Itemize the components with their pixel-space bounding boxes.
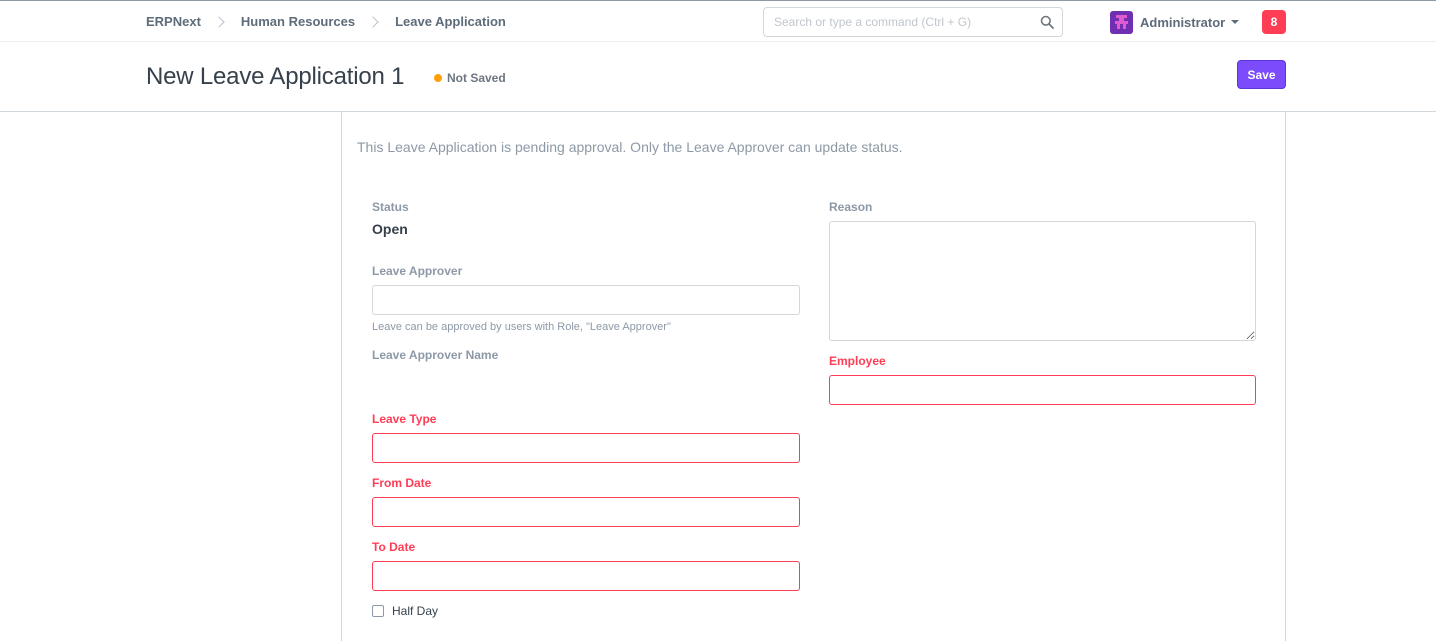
leave-type-input[interactable] — [372, 433, 800, 463]
leave-approver-input[interactable] — [372, 285, 800, 315]
breadcrumb-erpnext[interactable]: ERPNext — [146, 14, 201, 29]
pending-approval-message: This Leave Application is pending approv… — [357, 139, 903, 155]
employee-field: Employee — [829, 354, 1256, 405]
leave-approver-name-label: Leave Approver Name — [372, 348, 499, 362]
from-date-input[interactable] — [372, 497, 800, 527]
reason-field: Reason — [829, 200, 1256, 341]
search-icon[interactable] — [1040, 15, 1054, 29]
leave-approver-field: Leave Approver Leave can be approved by … — [372, 264, 800, 333]
save-button[interactable]: Save — [1237, 60, 1286, 89]
half-day-label: Half Day — [392, 604, 439, 618]
breadcrumb: ERPNext Human Resources Leave Applicatio… — [146, 1, 506, 42]
leave-approver-name-field: Leave Approver Name — [372, 348, 800, 369]
chevron-right-icon — [367, 15, 379, 28]
half-day-checkbox-row[interactable]: Half Day — [372, 604, 800, 618]
status-indicator-text: Not Saved — [447, 71, 506, 85]
reason-textarea[interactable] — [829, 221, 1256, 341]
page-title: New Leave Application 1 — [146, 63, 405, 90]
page-header: New Leave Application 1 Not Saved Save — [0, 42, 1436, 112]
user-menu[interactable]: Administrator — [1110, 10, 1240, 34]
to-date-input[interactable] — [372, 561, 800, 591]
status-dot-icon — [434, 74, 442, 82]
status-indicator: Not Saved — [434, 71, 506, 85]
leave-type-label: Leave Type — [372, 412, 437, 426]
leave-approver-help: Leave can be approved by users with Role… — [372, 321, 671, 333]
employee-input[interactable] — [829, 375, 1256, 405]
avatar-pattern-icon — [1115, 14, 1128, 29]
from-date-label: From Date — [372, 476, 432, 490]
half-day-field: Half Day — [372, 604, 800, 618]
from-date-field: From Date — [372, 476, 800, 527]
status-label: Status — [372, 200, 409, 214]
status-value: Open — [372, 221, 408, 237]
avatar — [1110, 10, 1133, 34]
to-date-label: To Date — [372, 540, 416, 554]
search-box — [763, 7, 1063, 37]
form-panel: This Leave Application is pending approv… — [341, 112, 1286, 641]
employee-label: Employee — [829, 354, 886, 368]
caret-down-icon — [1231, 20, 1240, 24]
leave-approver-label: Leave Approver — [372, 264, 463, 278]
notification-badge[interactable]: 8 — [1262, 10, 1286, 34]
half-day-checkbox[interactable] — [372, 605, 384, 617]
to-date-field: To Date — [372, 540, 800, 591]
reason-label: Reason — [829, 200, 873, 214]
chevron-right-icon — [213, 15, 225, 28]
leave-type-field: Leave Type — [372, 412, 800, 463]
search-input[interactable] — [764, 8, 1024, 36]
user-name: Administrator — [1140, 14, 1226, 30]
navbar: ERPNext Human Resources Leave Applicatio… — [0, 0, 1436, 42]
breadcrumb-leave-application[interactable]: Leave Application — [395, 14, 506, 29]
breadcrumb-human-resources[interactable]: Human Resources — [241, 14, 355, 29]
status-field: Status Open — [372, 200, 800, 237]
